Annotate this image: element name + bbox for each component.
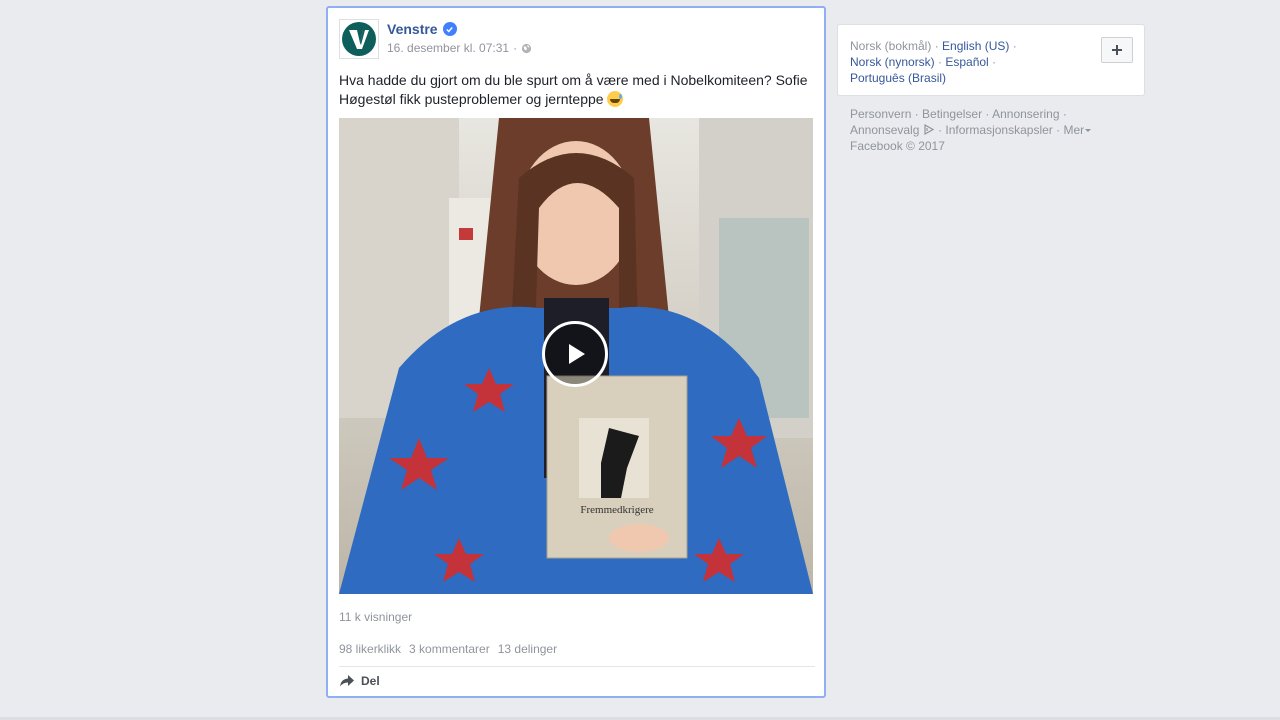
language-list: Norsk (bokmål) · English (US) · Norsk (n… (850, 39, 1017, 85)
footer-copyright: Facebook © 2017 (850, 139, 945, 153)
share-button[interactable]: Del (339, 674, 380, 688)
share-arrow-icon (340, 675, 354, 687)
grinning-sweat-emoji-icon (607, 91, 624, 107)
play-icon (569, 344, 585, 364)
post-message-text: Hva hadde du gjort om du ble spurt om å … (339, 72, 808, 107)
plus-icon (1112, 45, 1122, 55)
post-meta: 16. desember kl. 07:31 · (387, 41, 532, 55)
footer-cookies[interactable]: Informasjonskapsler (945, 123, 1052, 137)
likes-count[interactable]: 98 likerklikk (339, 642, 401, 656)
caret-down-icon (1085, 129, 1092, 132)
shares-count[interactable]: 13 delinger (498, 642, 557, 656)
page-name[interactable]: Venstre (387, 21, 438, 37)
footer-privacy[interactable]: Personvern (850, 107, 911, 121)
page-name-link[interactable]: Venstre (387, 21, 457, 37)
post-card: Venstre 16. desember kl. 07:31 · Hva had… (326, 6, 826, 698)
footer-terms[interactable]: Betingelser (922, 107, 982, 121)
book-title: Fremmedkrigere (580, 504, 653, 516)
action-divider (339, 666, 815, 667)
globe-icon[interactable] (521, 43, 532, 54)
share-label: Del (361, 674, 380, 688)
comments-count[interactable]: 3 kommentarer (409, 642, 490, 656)
engagement-stats: 98 likerklikk 3 kommentarer 13 delinger (339, 642, 557, 656)
language-spanish[interactable]: Español (945, 55, 988, 69)
footer-links: Personvern · Betingelser · Annonsering ·… (850, 106, 1140, 154)
adchoices-icon (924, 124, 934, 135)
play-button[interactable] (542, 321, 608, 387)
language-portuguese[interactable]: Português (Brasil) (850, 71, 946, 85)
post-header: Venstre 16. desember kl. 07:31 · (339, 19, 813, 61)
post-message: Hva hadde du gjort om du ble spurt om å … (339, 71, 813, 109)
post-timestamp[interactable]: 16. desember kl. 07:31 (387, 41, 509, 55)
page-avatar[interactable] (339, 19, 379, 59)
venstre-logo-icon (342, 22, 376, 56)
footer-more[interactable]: Mer (1063, 123, 1084, 137)
view-count: 11 k visninger (339, 610, 413, 624)
video-player[interactable]: Fremmedkrigere (339, 118, 813, 594)
meta-separator: · (513, 41, 518, 55)
footer-advertising[interactable]: Annonsering (992, 107, 1059, 121)
add-language-button[interactable] (1101, 37, 1133, 63)
language-nynorsk[interactable]: Norsk (nynorsk) (850, 55, 935, 69)
language-selector-box: Norsk (bokmål) · English (US) · Norsk (n… (837, 24, 1145, 96)
current-language: Norsk (bokmål) (850, 39, 932, 53)
footer-ad-choices[interactable]: Annonsevalg (850, 123, 919, 137)
verified-badge-icon (442, 22, 457, 36)
language-english[interactable]: English (US) (942, 39, 1009, 53)
